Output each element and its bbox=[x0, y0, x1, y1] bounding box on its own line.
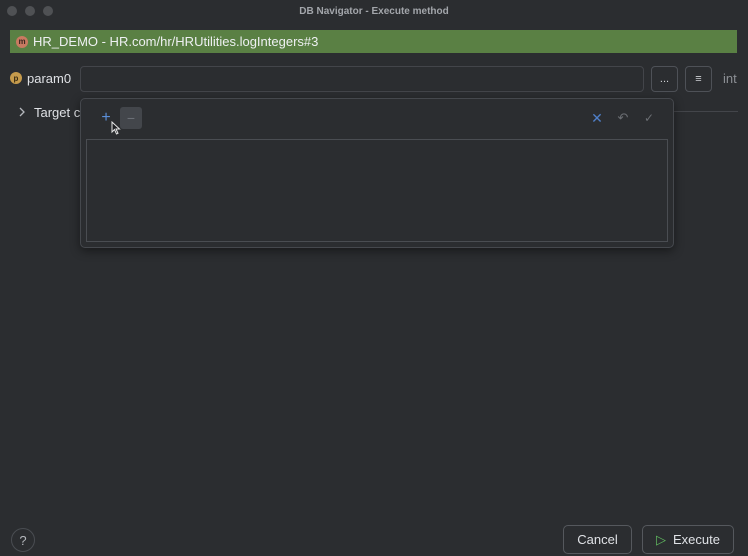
param-type: int bbox=[723, 71, 737, 86]
help-button[interactable]: ? bbox=[11, 528, 35, 552]
popup-toolbar: + − ✕ ↶ ✓ bbox=[81, 107, 673, 129]
method-icon: m bbox=[16, 35, 28, 48]
param-row: p param0 ... ≡ int bbox=[10, 66, 738, 92]
close-window-button[interactable] bbox=[7, 6, 17, 16]
param-value-input[interactable] bbox=[80, 66, 644, 92]
plus-icon: + bbox=[101, 109, 111, 126]
values-list-area[interactable] bbox=[86, 139, 668, 242]
title-bar: DB Navigator - Execute method bbox=[0, 0, 748, 22]
target-section-toggle[interactable]: Target c bbox=[18, 103, 80, 121]
play-icon: ▷ bbox=[656, 531, 666, 547]
revert-button[interactable]: ↶ bbox=[612, 107, 634, 129]
undo-icon: ↶ bbox=[617, 110, 629, 125]
list-icon: ≡ bbox=[695, 73, 702, 85]
param-label: param0 bbox=[27, 71, 72, 86]
question-icon: ? bbox=[19, 532, 27, 548]
execute-button[interactable]: ▷ Execute bbox=[642, 525, 734, 554]
minimize-window-button[interactable] bbox=[25, 6, 35, 16]
more-options-button[interactable]: ... bbox=[651, 66, 678, 92]
mouse-cursor-icon bbox=[111, 121, 121, 135]
window-controls bbox=[7, 6, 53, 16]
method-header: m HR_DEMO - HR.com/hr/HRUtilities.logInt… bbox=[10, 30, 737, 53]
ellipsis-icon: ... bbox=[659, 73, 670, 85]
cancel-button[interactable]: Cancel bbox=[563, 525, 632, 554]
parameter-icon: p bbox=[10, 72, 22, 84]
zoom-window-button[interactable] bbox=[43, 6, 53, 16]
list-editor-button[interactable]: ≡ bbox=[685, 66, 712, 92]
method-header-text: HR_DEMO - HR.com/hr/HRUtilities.logInteg… bbox=[33, 34, 319, 49]
window-title: DB Navigator - Execute method bbox=[299, 5, 449, 17]
confirm-button[interactable]: ✓ bbox=[638, 107, 660, 129]
remove-value-button[interactable]: − bbox=[120, 107, 142, 129]
target-label: Target c bbox=[34, 104, 81, 120]
execute-label: Execute bbox=[673, 532, 720, 547]
check-icon: ✓ bbox=[643, 111, 655, 125]
list-value-popup: + − ✕ ↶ ✓ bbox=[80, 98, 674, 248]
cancel-edit-button[interactable]: ✕ bbox=[586, 107, 608, 129]
close-icon: ✕ bbox=[591, 109, 603, 126]
chevron-right-icon bbox=[19, 107, 25, 117]
minus-icon: − bbox=[126, 110, 136, 126]
cancel-label: Cancel bbox=[577, 532, 618, 547]
